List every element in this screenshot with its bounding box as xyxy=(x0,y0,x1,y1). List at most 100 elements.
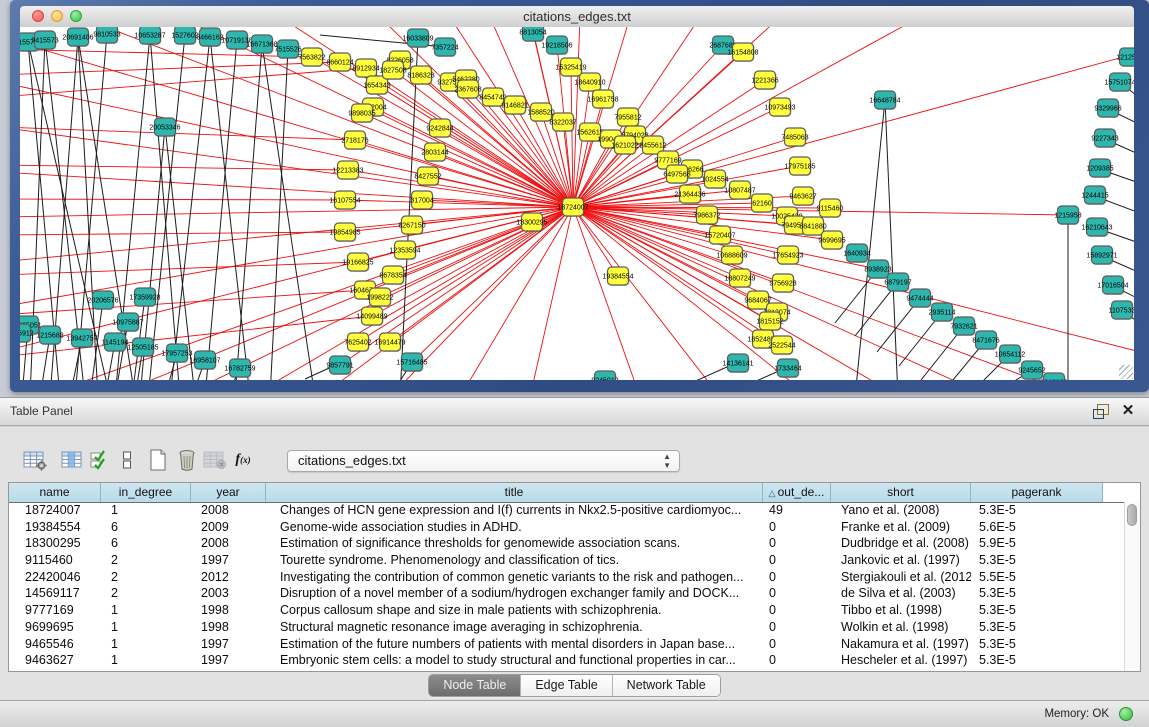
column-header-pagerank[interactable]: pagerank xyxy=(971,483,1103,502)
graph-node[interactable]: 19166825 xyxy=(342,253,373,272)
cell-out-de-[interactable]: 0 xyxy=(763,652,831,669)
cell-year[interactable]: 2012 xyxy=(191,569,266,586)
cell-year[interactable]: 2008 xyxy=(191,502,266,519)
graph-node[interactable]: 20691406 xyxy=(62,28,93,47)
graph-node[interactable]: 10973493 xyxy=(764,98,795,117)
graph-node[interactable]: 2367608 xyxy=(454,80,481,99)
graph-node[interactable]: 16782759 xyxy=(224,359,255,378)
graph-node[interactable]: 10654112 xyxy=(995,345,1026,364)
cell-out-de-[interactable]: 0 xyxy=(763,636,831,653)
graph-node[interactable]: 9756928 xyxy=(769,274,796,293)
network-view-window[interactable]: citations_edges.txt 41557149415573206914… xyxy=(10,0,1149,392)
graph-node[interactable]: 8813054 xyxy=(519,27,546,42)
tab-network-table[interactable]: Network Table xyxy=(612,675,720,696)
graph-node[interactable]: 8466162 xyxy=(196,28,223,47)
cell-out-de-[interactable]: 0 xyxy=(763,535,831,552)
table-row[interactable]: 946362711997Embryonic stem cells: a mode… xyxy=(9,652,1124,669)
cell-out-de-[interactable]: 0 xyxy=(763,602,831,619)
cell-year[interactable]: 1997 xyxy=(191,652,266,669)
graph-node[interactable]: 1733464 xyxy=(774,359,801,378)
graph-node[interactable]: 9246128 xyxy=(1040,373,1067,380)
cell-pagerank[interactable]: 5.3E-5 xyxy=(971,552,1103,569)
resize-grip-icon[interactable] xyxy=(1119,365,1133,379)
graph-node[interactable]: 8660124 xyxy=(326,53,353,72)
cell-year[interactable]: 1998 xyxy=(191,619,266,636)
table-row[interactable]: 1938455462009Genome-wide association stu… xyxy=(9,519,1124,536)
graph-node[interactable]: 18640910 xyxy=(574,73,605,92)
graph-node[interactable]: 19218506 xyxy=(541,36,572,55)
graph-node[interactable]: 9898035 xyxy=(348,104,375,123)
cell-name[interactable]: 9699695 xyxy=(9,619,101,636)
graph-node[interactable]: 21364436 xyxy=(674,185,705,204)
cell-name[interactable]: 14569117 xyxy=(9,585,101,602)
cell-pagerank[interactable]: 5.3E-5 xyxy=(971,502,1103,519)
graph-node[interactable]: 6497568 xyxy=(663,165,690,184)
cell-in-degree[interactable]: 6 xyxy=(101,519,191,536)
graph-node[interactable]: 1998222 xyxy=(366,288,393,307)
cell-pagerank[interactable]: 5.5E-5 xyxy=(971,569,1103,586)
table-row[interactable]: 1456911722003Disruption of a novel membe… xyxy=(9,585,1124,602)
graph-node[interactable]: 12353594 xyxy=(389,241,420,260)
graph-node[interactable]: 17359928 xyxy=(129,288,160,307)
row-height-button[interactable] xyxy=(112,446,142,474)
graph-node[interactable]: 7625402 xyxy=(344,333,371,352)
function-builder-button[interactable]: f(x) xyxy=(228,446,258,474)
graph-node[interactable]: 7485063 xyxy=(781,128,808,147)
cell-name[interactable]: 9465546 xyxy=(9,636,101,653)
cell-out-de-[interactable]: 0 xyxy=(763,585,831,602)
column-header-name[interactable]: name xyxy=(9,483,101,502)
graph-node[interactable]: 1209385 xyxy=(1086,159,1113,178)
graph-node[interactable]: 18300295 xyxy=(516,213,547,232)
graph-node[interactable]: 16648784 xyxy=(869,91,900,110)
graph-node[interactable]: 1827508 xyxy=(379,61,406,80)
graph-node[interactable]: 8471676 xyxy=(972,331,999,350)
cell-in-degree[interactable]: 1 xyxy=(101,636,191,653)
graph-node[interactable]: 9115460 xyxy=(817,199,844,218)
graph-node[interactable]: 2718176 xyxy=(341,131,368,150)
graph-node[interactable]: 62160 xyxy=(752,194,774,213)
cell-title[interactable]: Genome-wide association studies in ADHD. xyxy=(266,519,763,536)
cell-title[interactable]: Corpus callosum shape and size in male p… xyxy=(266,602,763,619)
cell-pagerank[interactable]: 5.3E-5 xyxy=(971,652,1103,669)
cell-out-de-[interactable]: 0 xyxy=(763,569,831,586)
graph-node[interactable]: 10975887 xyxy=(112,313,143,332)
cell-pagerank[interactable]: 5.9E-5 xyxy=(971,535,1103,552)
table-mode-button[interactable] xyxy=(20,446,50,474)
cell-year[interactable]: 2003 xyxy=(191,585,266,602)
graph-node[interactable]: 15892971 xyxy=(1086,246,1117,265)
cell-short[interactable]: de Silva et al. (2003) xyxy=(831,585,971,602)
graph-node[interactable]: 9329966 xyxy=(1094,99,1121,118)
graph-node[interactable]: 317004 xyxy=(410,191,433,210)
cell-year[interactable]: 1998 xyxy=(191,602,266,619)
table-row[interactable]: 946554611997Estimation of the future num… xyxy=(9,636,1124,653)
cell-in-degree[interactable]: 1 xyxy=(101,652,191,669)
cell-short[interactable]: Wolkin et al. (1998) xyxy=(831,619,971,636)
vertical-scrollbar[interactable] xyxy=(1124,502,1140,671)
graph-node[interactable]: 9699695 xyxy=(818,231,845,250)
cell-in-degree[interactable]: 2 xyxy=(101,585,191,602)
cell-title[interactable]: Disruption of a novel member of a sodium… xyxy=(266,585,763,602)
graph-node[interactable]: 6879197 xyxy=(884,273,911,292)
scrollbar-thumb[interactable] xyxy=(1127,504,1137,526)
graph-node[interactable]: 9810533 xyxy=(93,27,120,44)
graph-node[interactable]: 16961758 xyxy=(587,90,618,109)
graph-node[interactable]: 8322037 xyxy=(549,113,576,132)
graph-node[interactable]: 1215958 xyxy=(1054,206,1081,225)
graph-node[interactable]: 14136141 xyxy=(722,354,753,373)
table-row[interactable]: 911546021997Tourette syndrome. Phenomeno… xyxy=(9,552,1124,569)
graph-node[interactable]: 7955812 xyxy=(614,108,641,127)
close-panel-icon[interactable]: ✕ xyxy=(1119,402,1137,420)
graph-node[interactable]: 1145194 xyxy=(102,333,129,352)
graph-node[interactable]: 13942757 xyxy=(66,329,97,348)
cell-name[interactable]: 22420046 xyxy=(9,569,101,586)
graph-node[interactable]: 8912934 xyxy=(352,59,379,78)
graph-node[interactable]: 1815152 xyxy=(756,312,783,331)
column-visibility-button[interactable] xyxy=(57,446,87,474)
graph-node[interactable]: 20206576 xyxy=(87,291,118,310)
graph-node[interactable]: 9474444 xyxy=(906,289,933,308)
graph-node[interactable]: 17016504 xyxy=(1097,276,1128,295)
graph-node[interactable]: 1527602 xyxy=(171,27,198,45)
cell-short[interactable]: Jankovic et al. (1997) xyxy=(831,552,971,569)
cell-year[interactable]: 2008 xyxy=(191,535,266,552)
graph-node[interactable]: 1221366 xyxy=(751,71,778,90)
